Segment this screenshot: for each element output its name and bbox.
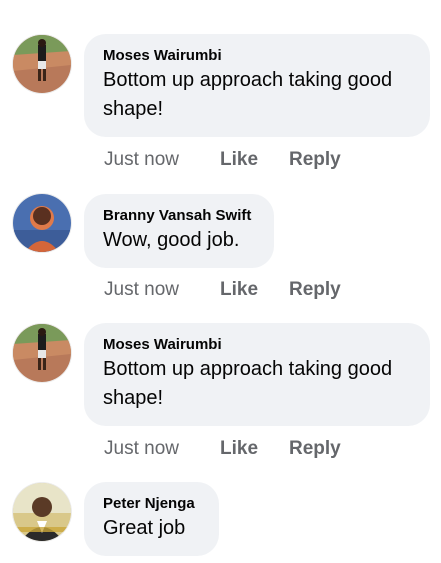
comment-timestamp[interactable]: Just now <box>104 277 179 303</box>
comment-author[interactable]: Branny Vansah Swift <box>103 206 254 226</box>
comment-author[interactable]: Moses Wairumbi <box>103 335 410 355</box>
like-button[interactable]: Like <box>220 436 258 462</box>
comment-bubble: Moses Wairumbi Bottom up approach taking… <box>84 323 430 426</box>
comment-bubble: Branny Vansah Swift Wow, good job. <box>84 194 274 268</box>
comment-author[interactable]: Peter Njenga <box>103 494 199 514</box>
avatar[interactable] <box>13 324 71 382</box>
avatar[interactable] <box>13 483 71 541</box>
comment-text: Bottom up approach taking good shape! <box>103 358 393 409</box>
comment-bubble: Moses Wairumbi Bottom up approach taking… <box>84 34 430 137</box>
like-button[interactable]: Like <box>220 147 258 173</box>
comment-author[interactable]: Moses Wairumbi <box>103 46 410 66</box>
reply-button[interactable]: Reply <box>289 277 341 303</box>
reply-button[interactable]: Reply <box>289 436 341 462</box>
reply-button[interactable]: Reply <box>289 147 341 173</box>
comment-bubble: Peter Njenga Great job <box>84 482 219 556</box>
comment-text: Great job <box>103 517 186 539</box>
comment-timestamp[interactable]: Just now <box>104 147 179 173</box>
like-button[interactable]: Like <box>220 277 258 303</box>
comment-timestamp[interactable]: Just now <box>104 436 179 462</box>
avatar[interactable] <box>13 194 71 252</box>
avatar[interactable] <box>13 35 71 93</box>
comment-text: Bottom up approach taking good shape! <box>103 69 393 120</box>
comment-text: Wow, good job. <box>103 229 240 251</box>
